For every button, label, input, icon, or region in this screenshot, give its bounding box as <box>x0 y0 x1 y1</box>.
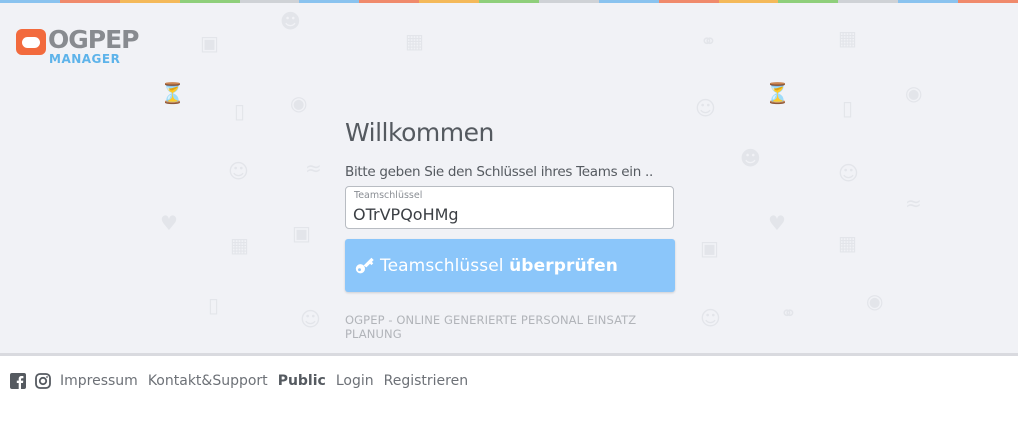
stripe-segment <box>958 0 1018 3</box>
laptop-icon: ▣ <box>292 221 311 245</box>
headset-icon: ☻ <box>740 146 761 170</box>
stripe-segment <box>598 0 659 3</box>
laptop-icon: ▣ <box>700 236 719 260</box>
person-icon: ☺ <box>228 159 249 183</box>
brand-subtitle: MANAGER <box>49 52 121 66</box>
stripe-segment <box>898 0 958 3</box>
wifi-icon: ≈ <box>905 191 922 215</box>
instagram-icon[interactable] <box>35 373 51 389</box>
stripe-segment <box>479 0 539 3</box>
stripe-segment <box>419 0 479 3</box>
brand-name: OGPEP <box>48 25 139 54</box>
calendar-icon: ▦ <box>230 233 249 257</box>
heart-icon: ♥ <box>160 211 178 235</box>
page-title: Willkommen <box>345 118 494 147</box>
verify-button-label: Teamschlüssel überprüfen <box>380 255 618 276</box>
money-icon: ◉ <box>290 91 308 115</box>
stripe-segment <box>538 0 599 3</box>
brand-logo[interactable]: OGPEP MANAGER <box>16 25 139 67</box>
calendar-icon: ▦ <box>405 29 424 53</box>
person-icon: ☺ <box>695 96 716 120</box>
team-key-field[interactable]: Teamschlüssel <box>345 186 674 229</box>
handshake-icon: ⚭ <box>700 29 717 53</box>
mobile-icon: ▯ <box>842 96 854 120</box>
instruction-text: Bitte geben Sie den Schlüssel ihres Team… <box>345 164 653 180</box>
person-icon: ☺ <box>700 306 721 330</box>
key-icon <box>355 257 374 273</box>
footer-link-impressum[interactable]: Impressum <box>60 373 138 389</box>
wifi-icon: ≈ <box>305 156 322 180</box>
stripe-segment <box>778 0 839 3</box>
money-icon: ◉ <box>866 289 884 313</box>
team-key-input[interactable] <box>353 203 653 225</box>
person-icon: ☻ <box>280 9 301 33</box>
person-icon: ☺ <box>300 307 321 331</box>
calendar-icon: ▦ <box>838 231 857 255</box>
laptop-icon: ▣ <box>200 31 219 55</box>
stripe-segment <box>838 0 899 3</box>
footer-link-login[interactable]: Login <box>336 373 374 389</box>
hourglass-icon: ⏳ <box>765 81 790 105</box>
stripe-segment <box>179 0 240 3</box>
stripe-segment <box>359 0 420 3</box>
footer-link-kontakt-support[interactable]: Kontakt&Support <box>148 373 268 389</box>
mobile-icon: ▯ <box>208 293 220 317</box>
money-icon: ◉ <box>905 81 923 105</box>
footer: Impressum Kontakt&Support Public Login R… <box>0 356 1018 425</box>
cloud-logo-icon <box>16 29 46 55</box>
mobile-icon: ▯ <box>234 99 246 123</box>
top-color-stripe <box>0 0 1018 3</box>
hero-background: ☻ ▣ ▦ ◉ ▯ ⏳ ☺ ≈ ♥ ▦ ▣ ☺ ▯ ⚭ ▦ ⏳ ☺ ▯ ◉ ☻ … <box>0 3 1018 353</box>
tagline: OGPEP - ONLINE GENERIERTE PERSONAL EINSA… <box>345 313 637 341</box>
stripe-segment <box>658 0 719 3</box>
footer-link-public[interactable]: Public <box>278 373 326 389</box>
facebook-icon[interactable] <box>10 373 26 389</box>
hourglass-icon: ⏳ <box>160 81 185 105</box>
heart-icon: ♥ <box>768 211 786 235</box>
stripe-segment <box>0 0 60 3</box>
stripe-segment <box>119 0 180 3</box>
handshake-icon: ⚭ <box>780 301 797 325</box>
login-panel: Willkommen Bitte geben Sie den Schlüssel… <box>345 118 675 341</box>
calendar-icon: ▦ <box>838 26 857 50</box>
footer-nav: Impressum Kontakt&Support Public Login R… <box>10 373 478 389</box>
footer-link-registrieren[interactable]: Registrieren <box>384 373 468 389</box>
verify-team-key-button[interactable]: Teamschlüssel überprüfen <box>345 239 675 292</box>
team-key-label: Teamschlüssel <box>354 190 423 201</box>
person-icon: ☺ <box>838 161 859 185</box>
stripe-segment <box>239 0 300 3</box>
stripe-segment <box>718 0 779 3</box>
stripe-segment <box>299 0 360 3</box>
stripe-segment <box>59 0 120 3</box>
